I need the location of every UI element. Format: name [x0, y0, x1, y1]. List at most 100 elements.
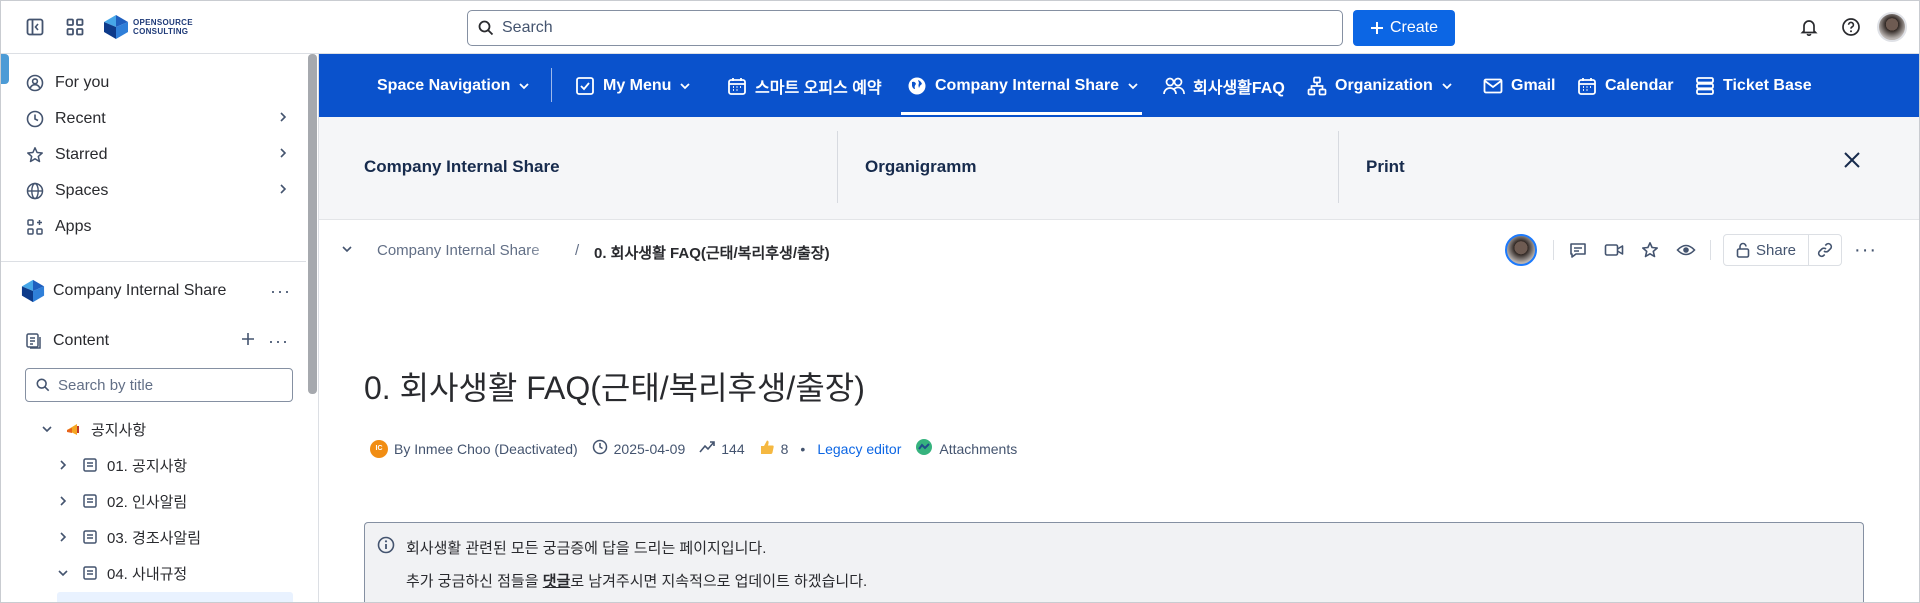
space-header[interactable]: Company Internal Share ··· — [21, 276, 291, 306]
content-section-header[interactable]: Content ··· — [25, 327, 289, 355]
nav-company-life-faq[interactable]: 회사생활FAQ — [1163, 54, 1285, 117]
search-placeholder: Search — [502, 19, 553, 36]
comment-icon[interactable] — [1560, 234, 1596, 266]
nav-label: My Menu — [603, 76, 672, 94]
collaborator-avatar[interactable] — [1505, 234, 1537, 266]
add-content-icon[interactable] — [241, 332, 255, 351]
star-icon[interactable] — [1632, 234, 1668, 266]
chevron-down-icon[interactable] — [341, 242, 353, 260]
more-actions-icon[interactable]: ··· — [1854, 239, 1877, 262]
sidebar-toggle-icon[interactable] — [19, 11, 51, 43]
search-by-title-placeholder: Search by title — [58, 376, 154, 394]
watch-eye-icon[interactable] — [1668, 234, 1704, 266]
subtab-print[interactable]: Print — [1366, 157, 1405, 177]
chevron-right-icon[interactable] — [277, 146, 289, 164]
nav-organization[interactable]: Organization — [1307, 54, 1453, 117]
chevron-down-icon[interactable] — [53, 567, 73, 579]
chevron-down-icon[interactable] — [37, 423, 57, 435]
calendar-icon — [728, 77, 746, 95]
tree-item-label: 01. 공지사항 — [107, 457, 188, 475]
nav-company-internal-share[interactable]: Company Internal Share — [907, 54, 1139, 117]
space-logo-icon — [21, 279, 45, 303]
global-search-input[interactable]: Search — [467, 10, 1343, 46]
info-text-line2: 추가 궁금하신 점들을 댓글로 남겨주시면 지속적으로 업데이트 하겠습니다. — [406, 570, 867, 591]
nav-smart-office[interactable]: 스마트 오피스 예약 — [727, 54, 882, 117]
chevron-down-icon — [1128, 82, 1138, 89]
trend-icon — [699, 440, 716, 457]
author-byline[interactable]: By Inmee Choo (Deactivated) — [394, 441, 578, 457]
breadcrumb-current[interactable]: 0. 회사생활 FAQ(근태/복리후생/출장) — [594, 242, 830, 263]
breadcrumb-parent-link[interactable]: Company Internal Share — [377, 242, 565, 259]
org-chart-icon — [1307, 76, 1327, 95]
info-icon — [377, 536, 395, 559]
nav-my-menu[interactable]: My Menu — [575, 54, 691, 117]
chevron-right-icon[interactable] — [53, 531, 73, 543]
comment-emphasis: 댓글 — [542, 573, 571, 590]
people-icon — [1163, 77, 1185, 94]
logo-mark-icon — [104, 15, 128, 39]
author-avatar[interactable]: IC — [370, 439, 388, 458]
nav-ticket-base[interactable]: Ticket Base — [1695, 54, 1812, 117]
subtab-organigramm[interactable]: Organigramm — [865, 157, 976, 177]
sidebar-item-for-you[interactable]: For you — [25, 68, 289, 98]
page-views[interactable]: 144 — [721, 441, 744, 457]
nav-calendar[interactable]: Calendar — [1577, 54, 1673, 117]
tree-item-page[interactable]: 03. 경조사알림 — [53, 522, 201, 552]
info-panel: 회사생활 관련된 모든 궁금증에 답을 드리는 페이지입니다. 추가 궁금하신 … — [364, 522, 1864, 602]
help-icon[interactable] — [1835, 11, 1867, 43]
user-avatar[interactable] — [1877, 12, 1907, 42]
sidebar-item-starred[interactable]: Starred — [25, 140, 289, 170]
sidebar-resize-handle[interactable] — [1, 54, 9, 84]
tree-item-label: 03. 경조사알림 — [107, 529, 202, 547]
space-name: Company Internal Share — [53, 282, 227, 299]
close-icon[interactable] — [1843, 151, 1861, 174]
sidebar-item-spaces[interactable]: Spaces — [25, 176, 289, 206]
calendar-icon — [1578, 77, 1596, 95]
copy-link-icon[interactable] — [1809, 242, 1841, 258]
subtab-separator — [1338, 131, 1339, 203]
create-button[interactable]: Create — [1353, 10, 1455, 46]
subtab-company-internal-share[interactable]: Company Internal Share — [364, 157, 560, 177]
chevron-right-icon[interactable] — [277, 110, 289, 128]
breadcrumb-bar: Company Internal Share / 0. 회사생활 FAQ(근태/… — [319, 226, 1919, 276]
page-icon — [81, 457, 99, 473]
chevron-right-icon[interactable] — [53, 495, 73, 507]
tree-item-page[interactable]: 01. 공지사항 — [53, 450, 187, 480]
share-label: Share — [1756, 241, 1797, 259]
info-text-line1: 회사생활 관련된 모든 궁금증에 답을 드리는 페이지입니다. — [406, 540, 767, 557]
tree-item-selected[interactable] — [57, 592, 293, 602]
content-more-icon[interactable]: ··· — [268, 331, 289, 352]
sidebar-item-label: Starred — [55, 146, 108, 163]
page-likes[interactable]: 8 — [781, 441, 789, 457]
attachments-link[interactable]: Attachments — [939, 441, 1017, 457]
chevron-down-icon — [519, 82, 530, 89]
share-button[interactable]: Share — [1724, 235, 1810, 265]
search-by-title-input[interactable]: Search by title — [25, 368, 293, 402]
sidebar: For you Recent Starred Spaces Apps Compa… — [1, 54, 319, 602]
tree-item-notices[interactable]: 공지사항 — [37, 414, 146, 444]
video-icon[interactable] — [1596, 234, 1632, 266]
chevron-right-icon[interactable] — [277, 182, 289, 200]
checkbox-icon — [576, 76, 594, 95]
bell-icon[interactable] — [1793, 11, 1825, 43]
clock-icon — [592, 439, 608, 458]
tree-item-page[interactable]: 02. 인사알림 — [53, 486, 187, 516]
tree-item-page[interactable]: 04. 사내규정 — [53, 558, 187, 588]
star-icon — [25, 146, 45, 164]
chevron-right-icon[interactable] — [53, 459, 73, 471]
tree-item-label: 공지사항 — [91, 421, 147, 439]
sidebar-scrollbar[interactable] — [308, 54, 317, 394]
unlock-icon — [1736, 242, 1750, 258]
legacy-editor-link[interactable]: Legacy editor — [817, 441, 901, 457]
space-more-icon[interactable]: ··· — [270, 281, 291, 302]
active-nav-indicator — [901, 112, 1142, 115]
sidebar-item-apps[interactable]: Apps — [25, 212, 289, 242]
sub-navigation-panel: Company Internal Share Organigramm Print — [319, 117, 1919, 220]
nav-space-navigation[interactable]: Space Navigation — [377, 54, 530, 117]
company-logo[interactable]: OPENSOURCE CONSULTING — [103, 14, 193, 40]
page-icon — [81, 565, 99, 581]
sidebar-item-recent[interactable]: Recent — [25, 104, 289, 134]
app-switcher-icon[interactable] — [59, 11, 91, 43]
tree-item-label: 04. 사내규정 — [107, 565, 188, 583]
nav-gmail[interactable]: Gmail — [1483, 54, 1555, 117]
